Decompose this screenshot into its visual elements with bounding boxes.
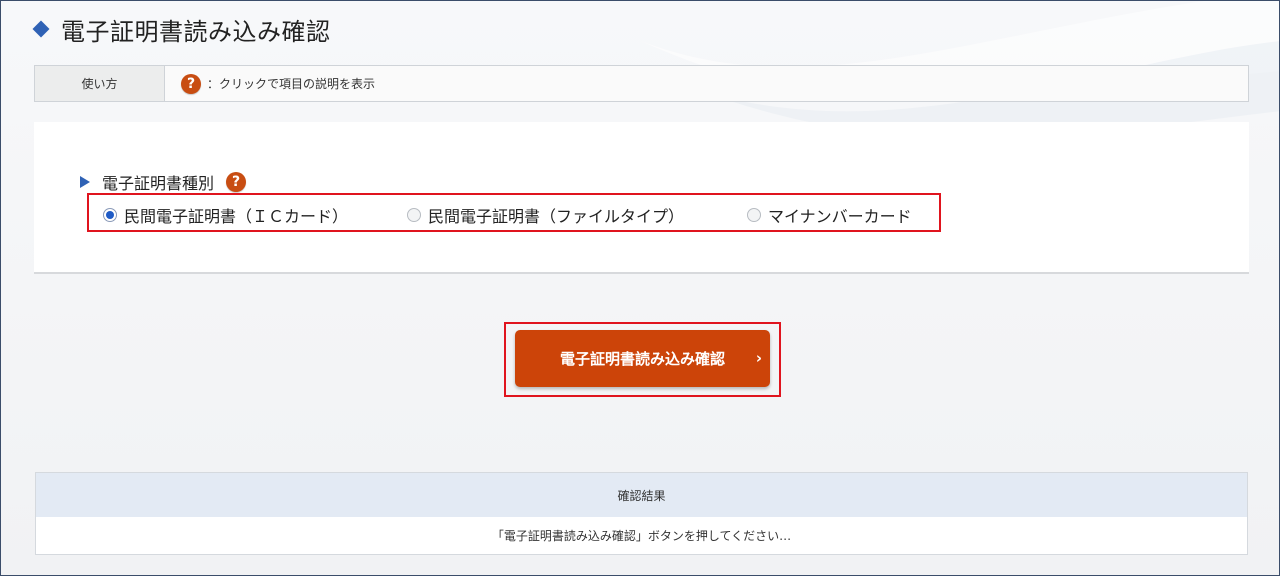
usage-label: 使い方 (35, 66, 165, 101)
radio-button[interactable] (407, 208, 421, 222)
page-title-text: 電子証明書読み込み確認 (61, 17, 331, 46)
page-title: 電子証明書読み込み確認 (32, 13, 331, 46)
radio-button[interactable] (103, 208, 117, 222)
question-icon[interactable]: ? (181, 73, 201, 94)
radio-label[interactable]: 民間電子証明書（ファイルタイプ） (428, 203, 684, 227)
cert-type-label: 電子証明書種別 (102, 174, 215, 193)
app-window: 電子証明書読み込み確認 使い方 ? ：クリックで項目の説明を表示 電子証明書種別… (0, 0, 1280, 576)
cert-type-heading: 電子証明書種別 ? (80, 170, 247, 194)
radio-option-file-type[interactable]: 民間電子証明書（ファイルタイプ） (407, 203, 684, 227)
confirm-button-highlight: 電子証明書読み込み確認 › (504, 322, 781, 397)
question-icon[interactable]: ? (226, 172, 247, 192)
radio-label[interactable]: 民間電子証明書（ＩＣカード） (124, 203, 348, 227)
result-panel: 確認結果 「電子証明書読み込み確認」ボタンを押してください… (35, 472, 1248, 555)
cert-type-card: 電子証明書種別 ? 民間電子証明書（ＩＣカード） 民間電子証明書（ファイルタイプ… (34, 122, 1249, 274)
radio-option-my-number-card[interactable]: マイナンバーカード (747, 203, 912, 227)
cert-type-radio-group: 民間電子証明書（ＩＣカード） 民間電子証明書（ファイルタイプ） マイナンバーカー… (87, 193, 941, 232)
diamond-bullet-icon (32, 20, 50, 38)
chevron-right-icon: › (755, 349, 762, 367)
usage-bar: 使い方 ? ：クリックで項目の説明を表示 (34, 65, 1249, 102)
usage-description: ：クリックで項目の説明を表示 (207, 77, 376, 91)
radio-button[interactable] (747, 208, 761, 222)
usage-body: ? ：クリックで項目の説明を表示 (165, 66, 375, 101)
confirm-read-cert-button[interactable]: 電子証明書読み込み確認 › (515, 330, 770, 387)
result-message: 「電子証明書読み込み確認」ボタンを押してください… (491, 529, 792, 543)
result-header: 確認結果 (36, 473, 1247, 517)
confirm-button-label: 電子証明書読み込み確認 (559, 350, 725, 368)
triangle-bullet-icon (80, 176, 90, 188)
radio-label[interactable]: マイナンバーカード (768, 203, 912, 227)
radio-option-ic-card[interactable]: 民間電子証明書（ＩＣカード） (103, 203, 348, 227)
